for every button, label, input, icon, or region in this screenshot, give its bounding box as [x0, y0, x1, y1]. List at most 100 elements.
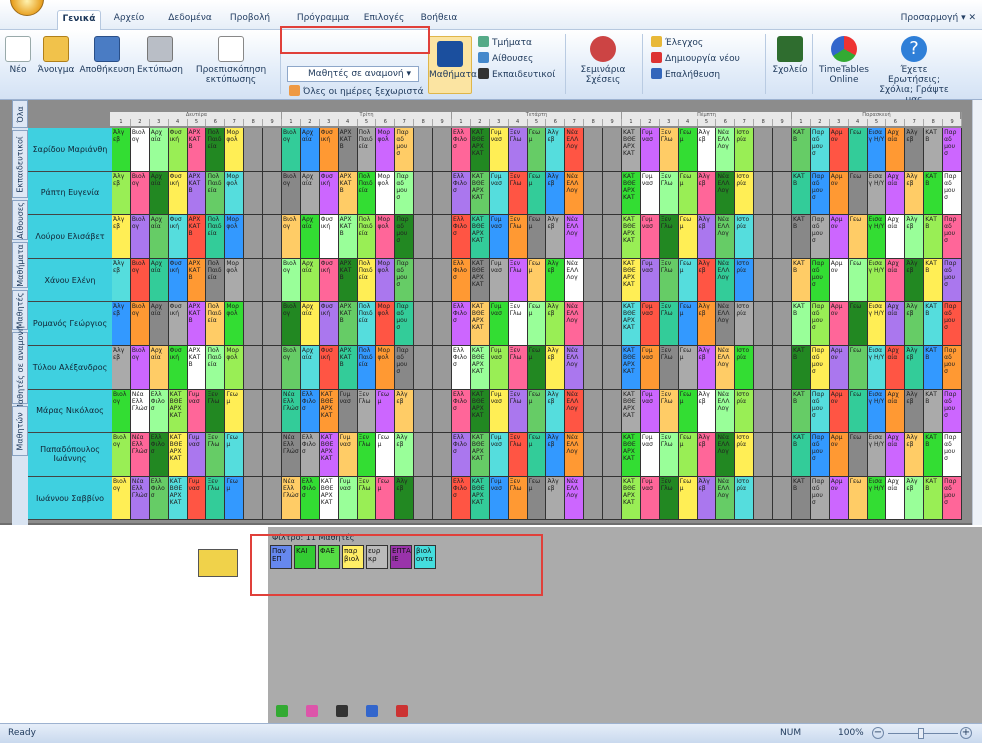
timetable-cell[interactable]: Ελλ Φιλο σ — [452, 346, 471, 390]
timetable-cell[interactable]: Αρμ ον — [829, 389, 849, 434]
timetable-cell[interactable]: Ξεν Γλω — [659, 433, 679, 477]
timetable-cell[interactable]: Αρμ ον — [829, 302, 849, 346]
timetable-cell[interactable]: Ελλ Φιλο σ — [452, 258, 471, 303]
timetable-cell[interactable]: Εισα γ Η/Υ — [867, 215, 887, 259]
timetable-cell[interactable] — [754, 215, 774, 259]
timetable-cell[interactable]: Αρχ αία — [886, 215, 906, 259]
timetable-cell[interactable]: Άλγ εβ — [905, 433, 925, 477]
timetable-cell[interactable] — [754, 302, 774, 346]
timetable-cell[interactable]: Γεω μ — [527, 433, 547, 477]
timetable-cell[interactable]: Γεω μ — [678, 171, 698, 216]
save-button[interactable]: Αποθήκευση — [78, 36, 136, 75]
timetable-cell[interactable]: ΚΑΤ ΒΘΕ ΑΡΧ ΚΑΤ — [168, 433, 188, 477]
timetable-cell[interactable]: Νέα ΕΛΛ Λογ — [565, 302, 585, 346]
timetable-cell[interactable]: ΑΡΧ ΚΑΤ Β — [338, 215, 358, 259]
timetable-cell[interactable] — [754, 476, 774, 521]
timetable-cell[interactable]: Φυσ ική — [319, 171, 339, 216]
timetable-cell[interactable] — [433, 171, 452, 216]
timetable-cell[interactable]: Άλγ εβ — [546, 215, 566, 259]
filter-chip[interactable]: ΚΑΙ — [294, 545, 316, 569]
filter-chip[interactable]: ΕΠΤΑ ΙΕ — [390, 545, 412, 569]
timetable-cell[interactable]: Αρχ αία — [886, 476, 906, 521]
timetable-cell[interactable]: Ελλ Φιλο σ — [149, 476, 169, 521]
side-tab[interactable]: Όλα — [12, 100, 28, 128]
timetable-cell[interactable]: Γυμ νασ — [489, 476, 509, 521]
timetable-cell[interactable]: Βιολ ογ — [282, 128, 301, 172]
timetable-cell[interactable] — [433, 346, 452, 390]
timetable-cell[interactable]: Νέα ΕΛΛ Λογ — [565, 346, 585, 390]
timetable-cell[interactable] — [773, 389, 792, 434]
timetable-cell[interactable]: Ξεν Γλω — [659, 258, 679, 303]
timetable-cell[interactable]: Ξεν Γλω — [508, 476, 528, 521]
timetable-cell[interactable]: Άλγ εβ — [697, 389, 717, 434]
timetable-cell[interactable]: Γυμ νασ — [489, 128, 509, 172]
timetable-cell[interactable]: Παρ αδ μου σ — [943, 389, 962, 434]
timetable-cell[interactable] — [773, 476, 792, 521]
all-days-button[interactable]: Όλες οι ημέρες ξεχωριστά — [289, 85, 424, 99]
timetable-cell[interactable]: Βιολ ογ — [282, 302, 301, 346]
timetable-cell[interactable]: Γυμ νασ — [640, 215, 660, 259]
timetable-cell[interactable]: ΚΑΤ Β — [924, 215, 944, 259]
timetable-cell[interactable] — [263, 433, 282, 477]
timetable-cell[interactable] — [244, 128, 264, 172]
timetable-cell[interactable]: Γεω μ — [678, 433, 698, 477]
timetable-cell[interactable]: Ξεν Γλω — [508, 346, 528, 390]
timetable-cell[interactable]: Γεω — [848, 258, 868, 303]
timetable-cell[interactable]: Αρχ αία — [886, 346, 906, 390]
timetable-cell[interactable]: Άλγ εβ — [546, 171, 566, 216]
timetable-cell[interactable]: Αρχ αία — [149, 258, 169, 303]
timetable-cell[interactable]: Αρχ αία — [886, 258, 906, 303]
timetable-cell[interactable]: Ξεν Γλω — [659, 215, 679, 259]
timetable-cell[interactable]: Ελλ Φιλο σ — [452, 128, 471, 172]
timetable-cell[interactable]: ΚΑΤ ΒΘΕ ΑΡΧ ΚΑΤ — [622, 346, 641, 390]
timetable-cell[interactable]: ΚΑΤ ΒΘΕ ΑΡΧ ΚΑΤ — [622, 215, 641, 259]
timetable-cell[interactable]: Παρ αδ μου σ — [395, 302, 415, 346]
timetable-cell[interactable] — [603, 258, 622, 303]
timetable-cell[interactable]: Πολ Παιδ εία — [206, 171, 226, 216]
timetable-cell[interactable] — [433, 433, 452, 477]
timetable-cell[interactable] — [414, 171, 434, 216]
timetable-cell[interactable]: Αρχ αία — [300, 128, 320, 172]
timetable-cell[interactable]: Βιολ ογ — [130, 346, 150, 390]
timetable-cell[interactable]: Νέα ΕΛΛ Λογ — [716, 128, 736, 172]
timetable-cell[interactable]: Νέα ΕΛΛ Λογ — [716, 171, 736, 216]
timetable-cell[interactable]: Άλγ εβ — [112, 171, 131, 216]
timetable-cell[interactable]: Ξεν Γλω — [357, 389, 377, 434]
timetable-cell[interactable]: Ελλ Φιλο σ — [149, 389, 169, 434]
timetable-cell[interactable]: Πολ Παιδ εία — [357, 128, 377, 172]
timetable-cell[interactable] — [244, 258, 264, 303]
timetable-cell[interactable]: Νέα Ελλ Γλώσ — [282, 433, 301, 477]
side-tab[interactable]: Αίθουσες — [12, 200, 28, 240]
timetable-cell[interactable]: Παρ αδ μου σ — [943, 258, 962, 303]
timetable-cell[interactable]: Άλγ εβ — [112, 302, 131, 346]
timetable-cell[interactable]: Γεω μ — [376, 476, 396, 521]
timetable-cell[interactable]: Γεω μ — [376, 433, 396, 477]
timetable-cell[interactable] — [603, 302, 622, 346]
timetable-cell[interactable]: Αρχ αία — [300, 215, 320, 259]
row-name[interactable]: Σαρίδου Μαριάνθη — [28, 128, 112, 172]
timetable-cell[interactable]: Εισα γ Η/Υ — [867, 258, 887, 303]
timetable-cell[interactable]: Άλγ εβ — [546, 302, 566, 346]
timetable-cell[interactable]: Πολ Παιδ εία — [357, 215, 377, 259]
timetable-cell[interactable]: Φυσ ική — [168, 215, 188, 259]
timetable-cell[interactable] — [433, 258, 452, 303]
timetable-cell[interactable]: Γεω — [848, 346, 868, 390]
timetable-cell[interactable]: Πολ Παιδ εία — [357, 346, 377, 390]
timetable-cell[interactable]: Παρ αδ μου σ — [395, 346, 415, 390]
timetable-cell[interactable]: Ιστο ρία — [735, 258, 755, 303]
timetable-cell[interactable]: Ξεν Γλω — [508, 389, 528, 434]
timetable-cell[interactable]: Άλγ εβ — [905, 171, 925, 216]
timetable-cell[interactable]: Γυμ νασ — [640, 433, 660, 477]
timetable-cell[interactable]: ΚΑΤ ΒΘΕ ΑΡΧ ΚΑΤ — [470, 171, 490, 216]
timetable-cell[interactable]: ΚΑΤ ΒΘΕ ΑΡΧ ΚΑΤ — [470, 302, 490, 346]
timetable-cell[interactable] — [584, 215, 604, 259]
timetable-cell[interactable]: Ξεν Γλω — [206, 476, 226, 521]
timetable-cell[interactable] — [603, 171, 622, 216]
timetable-cell[interactable]: Ξεν Γλω — [357, 433, 377, 477]
timetable-cell[interactable]: Φυσ ική — [319, 215, 339, 259]
timetable-cell[interactable]: Παρ αδ μου σ — [943, 215, 962, 259]
new-button[interactable]: Νέο — [4, 36, 32, 75]
timetable-cell[interactable]: ΚΑΤ ΒΘΕ ΑΡΧ ΚΑΤ — [622, 476, 641, 521]
timetable-cell[interactable]: Αρχ αία — [300, 171, 320, 216]
timetable-cell[interactable] — [584, 476, 604, 521]
